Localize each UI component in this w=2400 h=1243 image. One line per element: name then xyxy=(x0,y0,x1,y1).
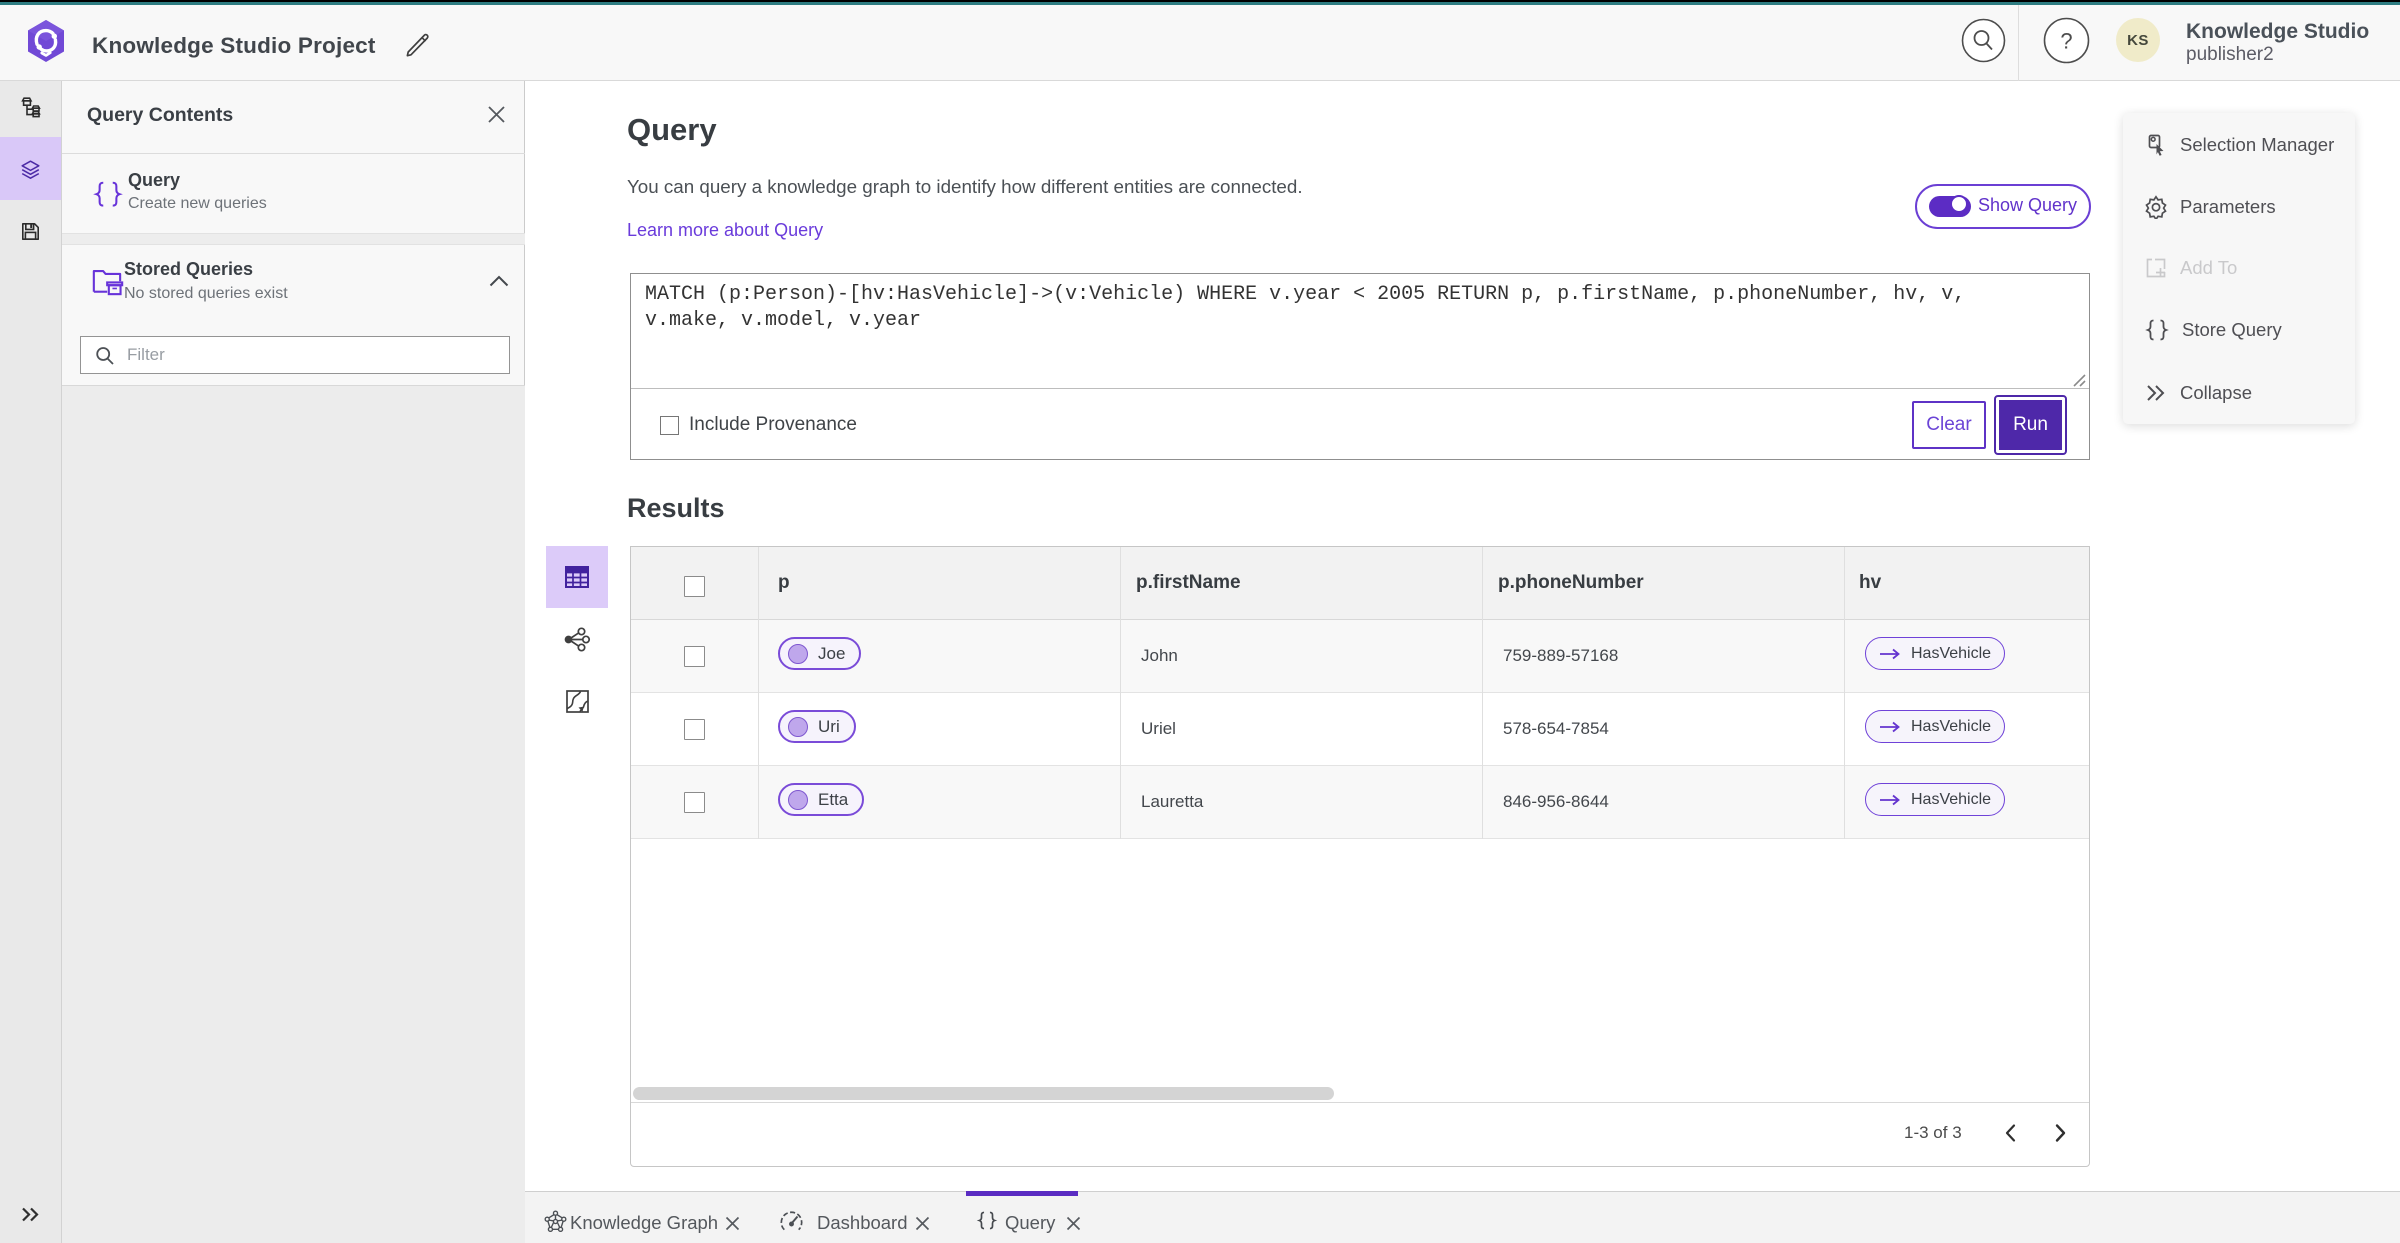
svg-text:?: ? xyxy=(2060,29,2072,54)
